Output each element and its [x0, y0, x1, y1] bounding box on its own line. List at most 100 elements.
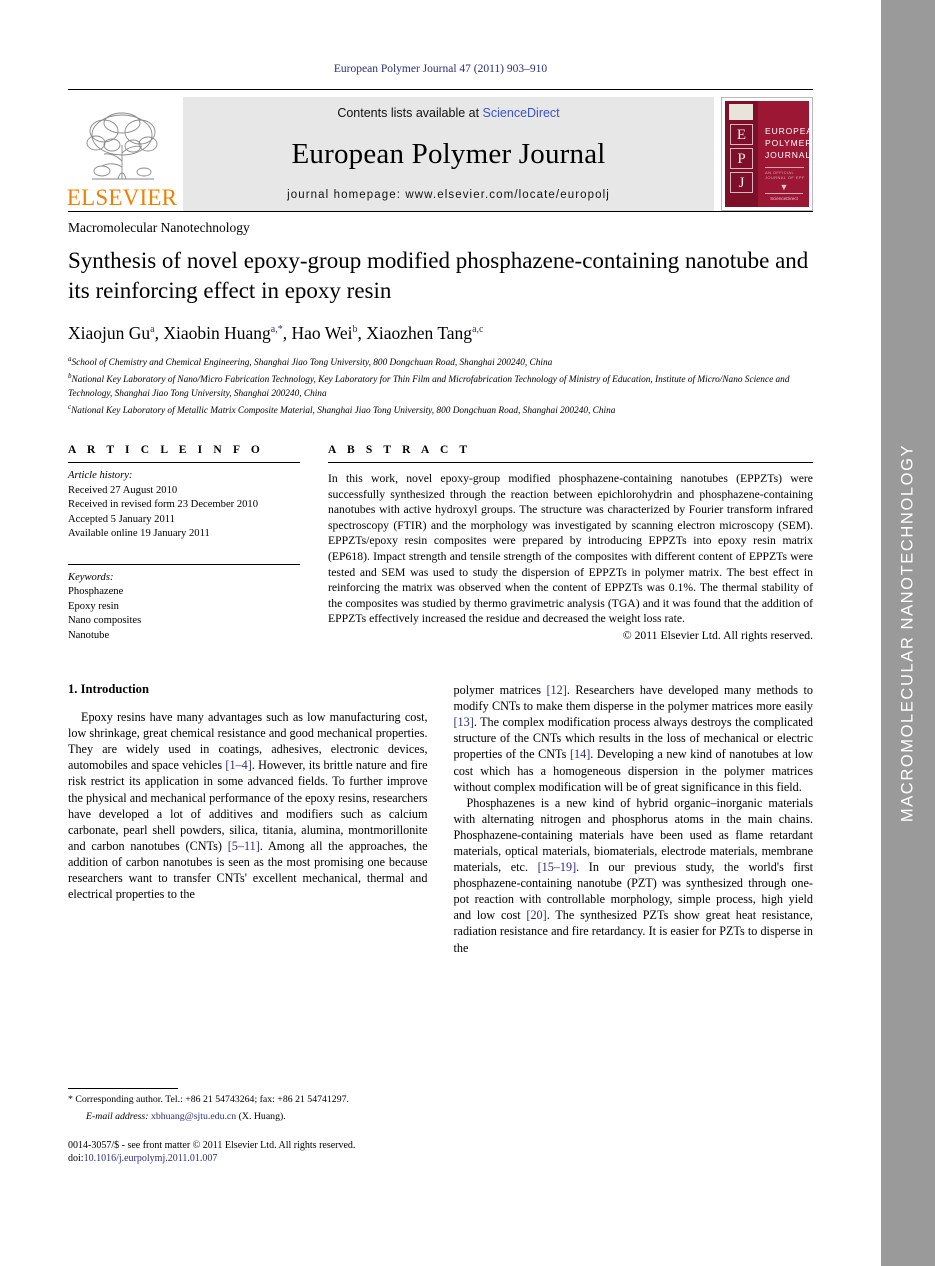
- cover-title-text: EUROPEAN POLYMER JOURNAL: [765, 125, 809, 161]
- affiliation-item: bNational Key Laboratory of Nano/Micro F…: [68, 370, 813, 401]
- elsevier-logo: ELSEVIER: [66, 97, 178, 211]
- abstract-text: In this work, novel epoxy-group modified…: [328, 472, 813, 626]
- author-item[interactable]: Hao Weib: [291, 323, 357, 343]
- citation-ref[interactable]: [14]: [570, 747, 590, 761]
- affiliation-text: National Key Laboratory of Nano/Micro Fa…: [68, 375, 790, 399]
- article-info-heading: A R T I C L E I N F O: [68, 444, 264, 457]
- page-title: Synthesis of novel epoxy-group modified …: [68, 248, 809, 303]
- author-name: Xiaojun Gu: [68, 323, 151, 343]
- body-column-left: 1. Introduction Epoxy resins have many a…: [68, 682, 428, 902]
- cover-artwork: E P J EUROPEAN POLYMER JOURNAL AN OFFICI…: [725, 101, 809, 207]
- email-owner: (X. Huang).: [238, 1111, 286, 1122]
- keywords-label: Keywords:: [68, 571, 114, 583]
- affiliation-item: aSchool of Chemistry and Chemical Engine…: [68, 353, 813, 370]
- keyword-item[interactable]: Phosphazene: [68, 585, 300, 600]
- keywords-group: Keywords: Phosphazene Epoxy resin Nano c…: [68, 565, 300, 644]
- citation-ref[interactable]: [13]: [454, 715, 474, 729]
- side-band-label: MACROMOLECULAR NANOTECHNOLOGY: [898, 443, 917, 823]
- journal-homepage[interactable]: journal homepage: www.elsevier.com/locat…: [287, 189, 610, 201]
- cover-chevron-icon: ▼: [765, 182, 803, 194]
- author-name: Xiaobin Huang: [163, 323, 271, 343]
- history-item: Accepted 5 January 2011: [68, 513, 175, 525]
- body-columns: 1. Introduction Epoxy resins have many a…: [68, 682, 813, 956]
- footnote-block: * Corresponding author. Tel.: +86 21 547…: [68, 1088, 440, 1166]
- author-item[interactable]: Xiaobin Huanga,*: [163, 323, 282, 343]
- affiliation-text: National Key Laboratory of Metallic Matr…: [71, 405, 616, 416]
- cover-footer: ▼ ScienceDirect: [765, 182, 803, 201]
- cover-letter-e: E: [730, 124, 753, 145]
- author-name: Xiaozhen Tang: [366, 323, 473, 343]
- abstract-heading: A B S T R A C T: [328, 444, 472, 457]
- issn-line: 0014-3057/$ - see front matter © 2011 El…: [68, 1140, 356, 1151]
- affiliation-list: aSchool of Chemistry and Chemical Engine…: [68, 353, 813, 418]
- doi-line: doi:10.1016/j.eurpolymj.2011.01.007: [68, 1152, 440, 1165]
- affiliation-item: cNational Key Laboratory of Metallic Mat…: [68, 401, 813, 418]
- cover-title-line-3: JOURNAL: [765, 150, 809, 160]
- cover-letter-p: P: [730, 148, 753, 169]
- history-item: Received in revised form 23 December 201…: [68, 499, 259, 511]
- intro-heading: 1. Introduction: [68, 682, 149, 697]
- body-paragraph: Epoxy resins have many advantages such a…: [68, 710, 428, 902]
- body-column-right: polymer matrices [12]. Researchers have …: [454, 682, 814, 956]
- author-name: Hao Wei: [291, 323, 353, 343]
- author-list: Xiaojun Gua, Xiaobin Huanga,*, Hao Weib,…: [68, 323, 813, 344]
- author-affil-mark: a,*: [270, 324, 283, 336]
- section-strip: Macromolecular Nanotechnology: [68, 211, 813, 236]
- author-separator: ,: [357, 323, 367, 343]
- keyword-item[interactable]: Nanotube: [68, 629, 300, 644]
- article-history-label: Article history:: [68, 470, 133, 482]
- elsevier-tree-icon: [86, 112, 158, 180]
- imprint-block: 0014-3057/$ - see front matter © 2011 El…: [68, 1139, 440, 1166]
- citation-ref[interactable]: [12]: [547, 683, 567, 697]
- keyword-item[interactable]: Epoxy resin: [68, 600, 300, 615]
- cover-letter-j: J: [730, 172, 753, 193]
- info-abstract-row: A R T I C L E I N F O Article history: R…: [68, 444, 813, 644]
- cover-epj-letters: E P J: [730, 124, 753, 196]
- cover-subtitle: AN OFFICIAL JOURNAL OF EPF: [765, 170, 805, 180]
- doi-link[interactable]: 10.1016/j.eurpolymj.2011.01.007: [84, 1153, 218, 1164]
- running-head: European Polymer Journal 47 (2011) 903–9…: [333, 63, 548, 75]
- title-block: Synthesis of novel epoxy-group modified …: [68, 246, 813, 418]
- page-canvas: European Polymer Journal 47 (2011) 903–9…: [0, 0, 881, 1266]
- macromolecular-nanotechnology-band: MACROMOLECULAR NANOTECHNOLOGY: [881, 0, 935, 1266]
- cover-title-line-1: EUROPEAN: [765, 126, 809, 136]
- contents-available-line: Contents lists available at ScienceDirec…: [337, 106, 559, 120]
- journal-title: European Polymer Journal: [291, 138, 606, 170]
- section-label: Macromolecular Nanotechnology: [68, 220, 250, 235]
- article-history-group: Article history: Received 27 August 2010…: [68, 463, 300, 542]
- body-paragraph: polymer matrices [12]. Researchers have …: [453, 683, 814, 794]
- doi-label: doi:: [68, 1153, 84, 1165]
- history-item: Received 27 August 2010: [68, 484, 178, 496]
- corresponding-author-mark: *: [68, 1094, 73, 1105]
- contents-prefix: Contents lists available at: [337, 106, 483, 120]
- affiliation-text: School of Chemistry and Chemical Enginee…: [71, 358, 553, 369]
- sciencedirect-link[interactable]: ScienceDirect: [483, 106, 560, 120]
- footnote-rule: [68, 1088, 178, 1089]
- author-item[interactable]: Xiaojun Gua: [68, 323, 155, 343]
- abstract-column: A B S T R A C T In this work, novel epox…: [328, 444, 813, 644]
- keyword-item[interactable]: Nano composites: [68, 614, 300, 629]
- cover-footer-text: ScienceDirect: [770, 196, 798, 201]
- journal-masthead: ELSEVIER Contents lists available at Sci…: [66, 89, 813, 211]
- citation-ref[interactable]: [5–11]: [228, 839, 260, 853]
- corresponding-author-note: * Corresponding author. Tel.: +86 21 547…: [68, 1093, 440, 1106]
- author-item[interactable]: Xiaozhen Tanga,c: [366, 323, 483, 343]
- masthead-center-panel: Contents lists available at ScienceDirec…: [183, 97, 714, 211]
- cover-elsevier-mark-icon: [729, 104, 753, 120]
- journal-cover-thumbnail[interactable]: E P J EUROPEAN POLYMER JOURNAL AN OFFICI…: [721, 97, 813, 211]
- author-affil-mark: a,c: [472, 324, 484, 336]
- email-link[interactable]: xbhuang@sjtu.edu.cn: [151, 1111, 236, 1122]
- history-item: Available online 19 January 2011: [68, 528, 210, 540]
- cover-divider: [765, 167, 804, 168]
- corresponding-author-text: Corresponding author. Tel.: +86 21 54743…: [75, 1094, 349, 1105]
- article-info-column: A R T I C L E I N F O Article history: R…: [68, 444, 300, 643]
- elsevier-wordmark: ELSEVIER: [66, 185, 178, 210]
- email-note: E-mail address: xbhuang@sjtu.edu.cn (X. …: [68, 1110, 440, 1123]
- citation-ref[interactable]: [1–4]: [225, 758, 251, 772]
- cover-title-line-2: POLYMER: [765, 138, 809, 148]
- citation-ref[interactable]: [20]: [526, 908, 546, 922]
- email-label: E-mail address:: [86, 1111, 149, 1122]
- copyright-line: © 2011 Elsevier Ltd. All rights reserved…: [622, 629, 813, 643]
- body-paragraph: Phosphazenes is a new kind of hybrid org…: [453, 795, 814, 955]
- citation-ref[interactable]: [15–19]: [538, 860, 577, 874]
